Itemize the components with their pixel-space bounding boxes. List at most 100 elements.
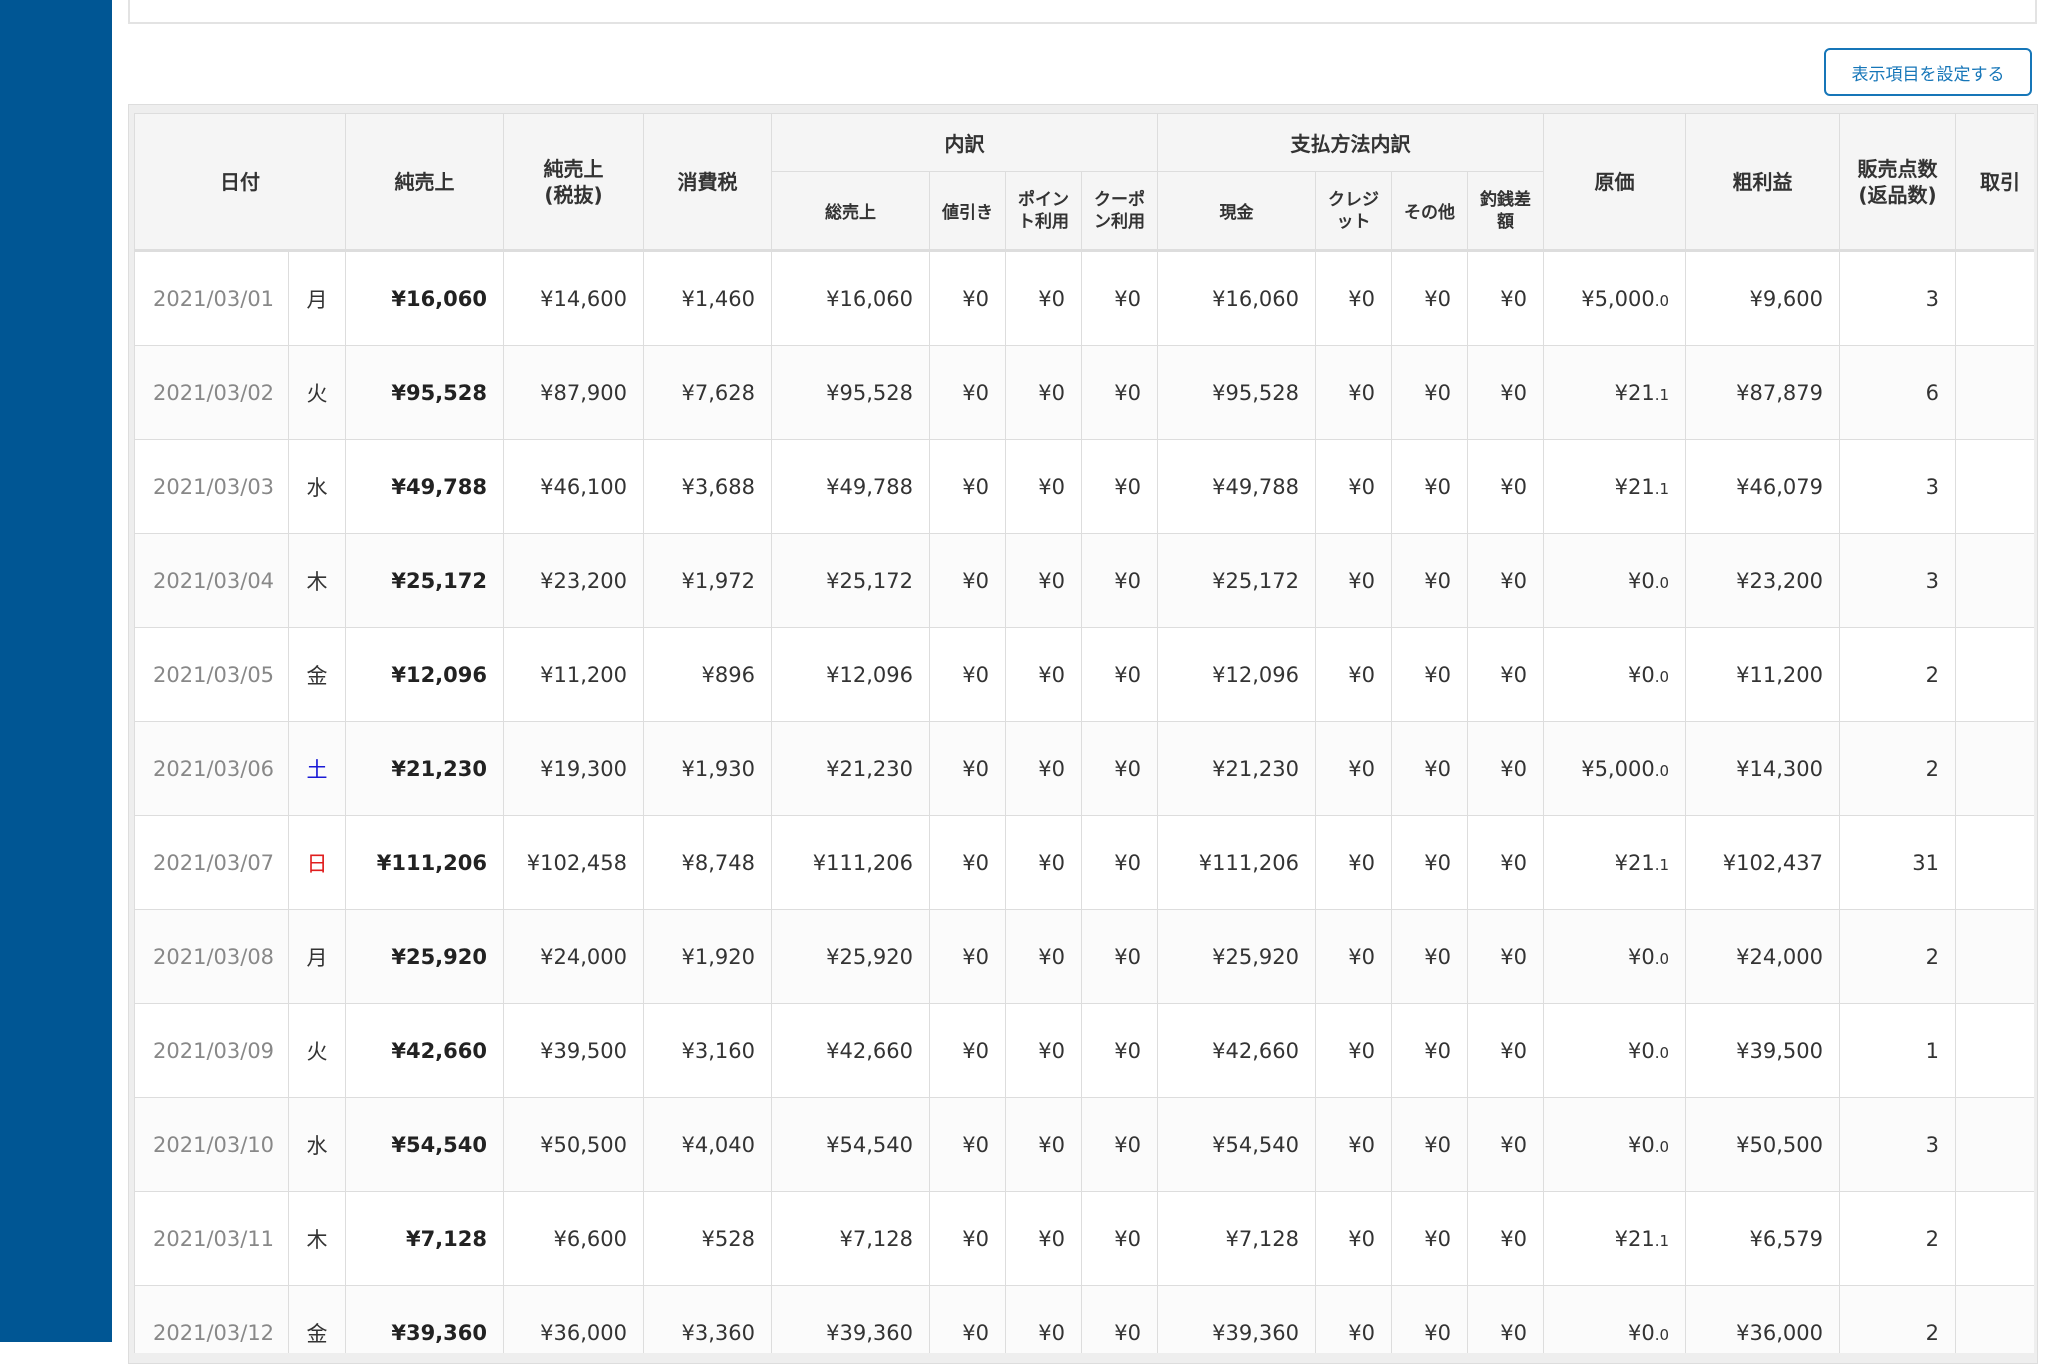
cell-date: 2021/03/06	[134, 721, 289, 816]
cell-change-diff: ¥0	[1467, 721, 1544, 816]
cell-change-diff: ¥0	[1467, 439, 1544, 534]
cost-dec: .0	[1654, 1325, 1669, 1344]
header-credit-line1: クレジ	[1328, 189, 1379, 210]
cell-transactions	[1955, 1285, 2034, 1353]
cell-discount: ¥0	[929, 721, 1006, 816]
cost-dec: .1	[1654, 855, 1669, 874]
cell-discount: ¥0	[929, 533, 1006, 628]
cell-gross-sales: ¥42,660	[771, 1003, 930, 1098]
cell-credit: ¥0	[1315, 909, 1392, 1004]
cost-int: ¥0	[1627, 944, 1655, 969]
header-net-sales[interactable]: 純売上	[345, 113, 504, 251]
cell-weekday: 火	[288, 345, 346, 440]
cell-cost: ¥21.1	[1543, 345, 1686, 440]
cell-gross-profit: ¥11,200	[1685, 627, 1840, 722]
sales-table-container[interactable]: 日付 純売上 純売上 (税抜) 消費税 内訳 支払方法内訳 原価 粗利益 販売点…	[134, 113, 2034, 1353]
cell-cost: ¥21.1	[1543, 439, 1686, 534]
table-row: 2021/03/09 火 ¥42,660 ¥39,500 ¥3,160 ¥42,…	[134, 1003, 2034, 1098]
cell-cost: ¥5,000.0	[1543, 721, 1686, 816]
header-cost[interactable]: 原価	[1543, 113, 1686, 251]
cell-gross-profit: ¥36,000	[1685, 1285, 1840, 1353]
cell-cash: ¥16,060	[1157, 250, 1316, 346]
cell-discount: ¥0	[929, 1285, 1006, 1353]
cell-cash: ¥42,660	[1157, 1003, 1316, 1098]
cost-int: ¥0	[1627, 1132, 1655, 1157]
header-date[interactable]: 日付	[134, 113, 346, 251]
header-points[interactable]: ポイン ト利用	[1005, 171, 1082, 251]
cell-coupon: ¥0	[1081, 1003, 1158, 1098]
cost-int: ¥21	[1614, 1226, 1655, 1251]
cell-date: 2021/03/12	[134, 1285, 289, 1353]
cost-int: ¥5,000	[1581, 756, 1655, 781]
cell-transactions	[1955, 439, 2034, 534]
cell-cash: ¥54,540	[1157, 1097, 1316, 1192]
cell-net-sales: ¥49,788	[345, 439, 504, 534]
cost-dec: .0	[1654, 573, 1669, 592]
cell-net-sales: ¥16,060	[345, 250, 504, 346]
cell-items-sold: 3	[1839, 250, 1956, 346]
cell-net-sales: ¥111,206	[345, 815, 504, 910]
cell-transactions	[1955, 721, 2034, 816]
cell-credit: ¥0	[1315, 1097, 1392, 1192]
cost-int: ¥0	[1627, 568, 1655, 593]
header-payment-breakdown: 支払方法内訳	[1157, 113, 1544, 172]
cell-gross-profit: ¥46,079	[1685, 439, 1840, 534]
header-coupon[interactable]: クーポ ン利用	[1081, 171, 1158, 251]
cell-net-sales-ex-tax: ¥23,200	[503, 533, 644, 628]
cell-net-sales-ex-tax: ¥14,600	[503, 250, 644, 346]
cell-cash: ¥7,128	[1157, 1191, 1316, 1286]
cell-gross-sales: ¥16,060	[771, 250, 930, 346]
cell-weekday: 月	[288, 909, 346, 1004]
header-net-sales-ex-tax-line2: (税抜)	[544, 182, 603, 207]
cell-gross-profit: ¥6,579	[1685, 1191, 1840, 1286]
cell-net-sales-ex-tax: ¥50,500	[503, 1097, 644, 1192]
header-tax[interactable]: 消費税	[643, 113, 772, 251]
cell-points: ¥0	[1005, 439, 1082, 534]
cell-items-sold: 3	[1839, 1097, 1956, 1192]
cell-weekday: 日	[288, 815, 346, 910]
header-other[interactable]: その他	[1391, 171, 1468, 251]
cell-weekday: 金	[288, 1285, 346, 1353]
cell-points: ¥0	[1005, 1191, 1082, 1286]
cell-gross-sales: ¥21,230	[771, 721, 930, 816]
header-transactions[interactable]: 取引	[1955, 113, 2034, 251]
table-row: 2021/03/08 月 ¥25,920 ¥24,000 ¥1,920 ¥25,…	[134, 909, 2034, 1004]
cell-points: ¥0	[1005, 909, 1082, 1004]
cell-coupon: ¥0	[1081, 1285, 1158, 1353]
cell-gross-profit: ¥23,200	[1685, 533, 1840, 628]
cell-net-sales-ex-tax: ¥11,200	[503, 627, 644, 722]
cost-int: ¥21	[1614, 850, 1655, 875]
cell-date: 2021/03/03	[134, 439, 289, 534]
header-discount[interactable]: 値引き	[929, 171, 1006, 251]
cell-transactions	[1955, 345, 2034, 440]
cell-tax: ¥1,930	[643, 721, 772, 816]
cell-coupon: ¥0	[1081, 627, 1158, 722]
cost-int: ¥21	[1614, 380, 1655, 405]
cell-discount: ¥0	[929, 439, 1006, 534]
cell-change-diff: ¥0	[1467, 1097, 1544, 1192]
daily-sales-table: 日付 純売上 純売上 (税抜) 消費税 内訳 支払方法内訳 原価 粗利益 販売点…	[134, 113, 2034, 1353]
cell-other: ¥0	[1391, 439, 1468, 534]
cell-date: 2021/03/09	[134, 1003, 289, 1098]
header-items-sold[interactable]: 販売点数 (返品数)	[1839, 113, 1956, 251]
header-credit[interactable]: クレジ ット	[1315, 171, 1392, 251]
cell-credit: ¥0	[1315, 345, 1392, 440]
cell-transactions	[1955, 1097, 2034, 1192]
cell-credit: ¥0	[1315, 533, 1392, 628]
header-points-line2: ト利用	[1018, 211, 1069, 232]
cell-gross-sales: ¥25,920	[771, 909, 930, 1004]
header-change-diff[interactable]: 釣銭差 額	[1467, 171, 1544, 251]
cell-date: 2021/03/01	[134, 250, 289, 346]
cell-net-sales-ex-tax: ¥46,100	[503, 439, 644, 534]
header-gross-sales[interactable]: 総売上	[771, 171, 930, 251]
cell-other: ¥0	[1391, 1191, 1468, 1286]
cell-tax: ¥1,920	[643, 909, 772, 1004]
header-net-sales-ex-tax[interactable]: 純売上 (税抜)	[503, 113, 644, 251]
header-gross-profit[interactable]: 粗利益	[1685, 113, 1840, 251]
cell-change-diff: ¥0	[1467, 1003, 1544, 1098]
cell-gross-sales: ¥54,540	[771, 1097, 930, 1192]
display-settings-button[interactable]: 表示項目を設定する	[1824, 48, 2032, 96]
cell-coupon: ¥0	[1081, 533, 1158, 628]
cell-net-sales: ¥21,230	[345, 721, 504, 816]
header-cash[interactable]: 現金	[1157, 171, 1316, 251]
